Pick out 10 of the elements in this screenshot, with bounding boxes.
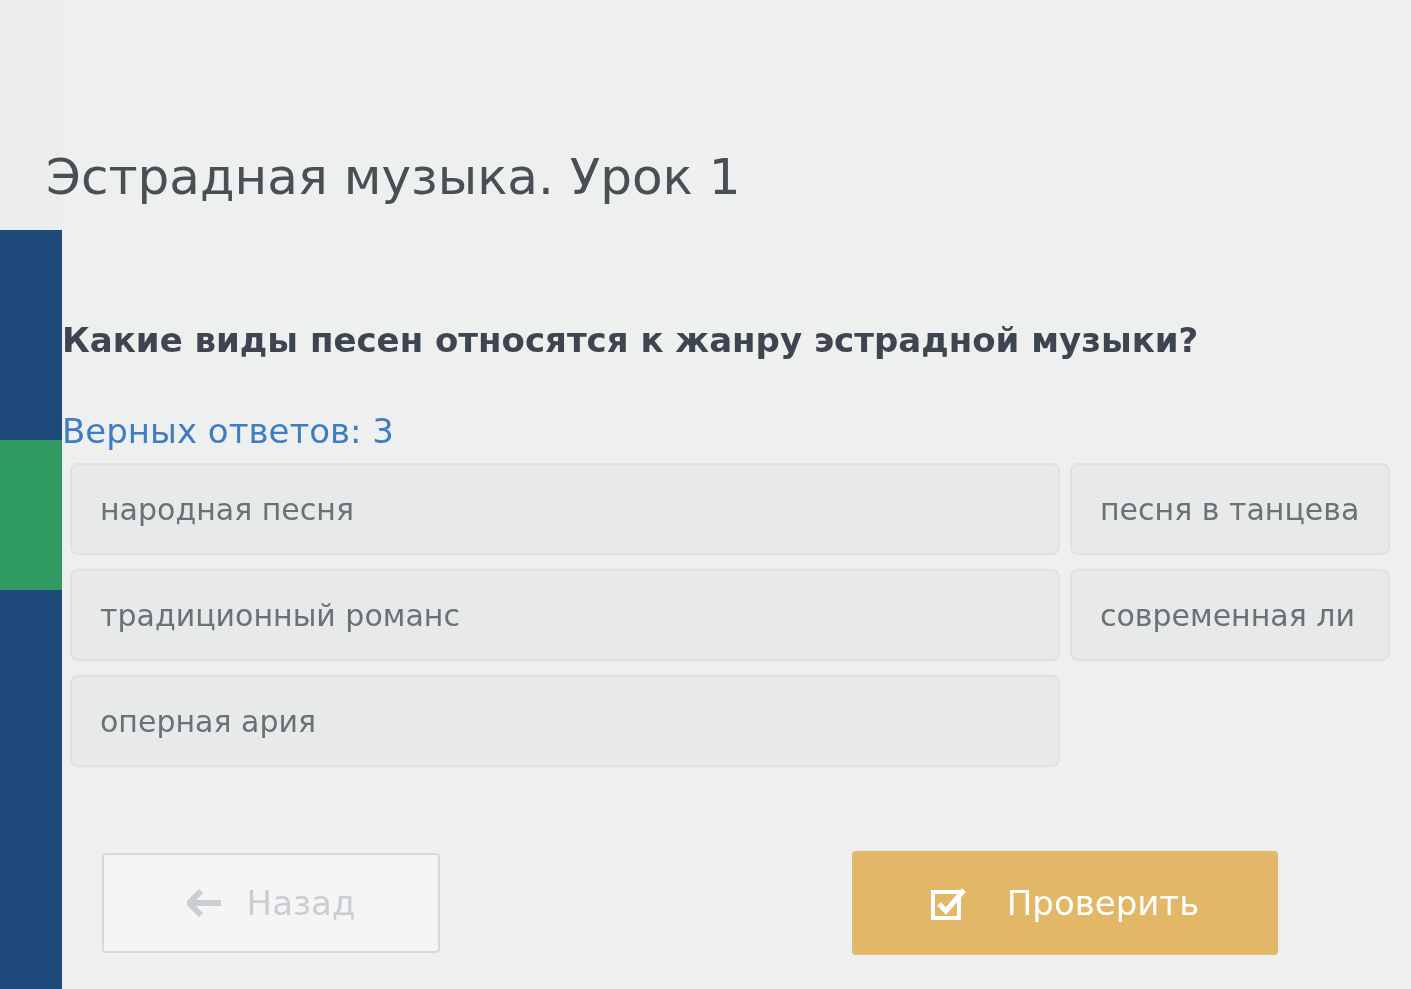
answer-option[interactable]: традиционный романс xyxy=(70,569,1060,661)
arrow-left-icon xyxy=(186,889,223,917)
answer-option[interactable]: современная ли xyxy=(1070,569,1390,661)
checkbox-icon xyxy=(930,886,967,920)
lesson-title: Эстрадная музыка. Урок 1 xyxy=(46,147,742,208)
answers-count: Верных ответов: 3 xyxy=(62,410,395,453)
answer-option[interactable]: народная песня xyxy=(70,463,1060,555)
question-text: Какие виды песен относятся к жанру эстрадной музыки? xyxy=(62,319,1200,362)
answer-option[interactable]: оперная ария xyxy=(70,675,1060,767)
answer-option[interactable]: песня в танцева xyxy=(1070,463,1390,555)
